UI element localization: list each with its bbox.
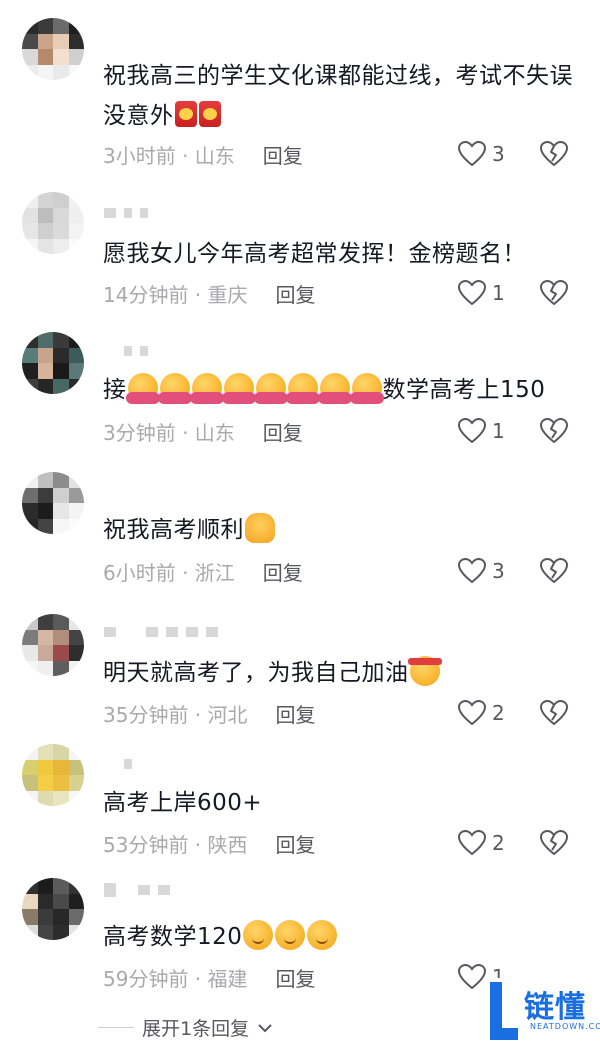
reply-button[interactable]: 回复 [276,829,316,858]
comment-time-location: 6小时前 · 浙江 [103,560,235,585]
comment-text: 高考上岸600+ [103,790,263,816]
heart-icon [458,141,486,167]
comment-meta: 3小时前 · 山东 回复 [103,139,303,169]
hug-emoji [157,373,192,404]
avatar[interactable] [22,18,84,80]
red-envelope-emoji [198,101,221,127]
reply-button[interactable]: 回复 [276,279,316,308]
broken-heart-icon [540,280,568,305]
heart-icon [458,418,486,444]
heart-icon [458,700,486,726]
avatar[interactable] [22,332,84,394]
like-button[interactable]: 2 [458,828,505,858]
username[interactable] [104,757,132,771]
avatar[interactable] [22,472,84,534]
comment-meta: 53分钟前 · 陕西 回复 [103,828,316,858]
comment-time-location: 35分钟前 · 河北 [103,702,248,727]
comment-time-location: 59分钟前 · 福建 [103,966,248,991]
watermark: 链懂 NEATDOWN.COM [488,978,600,1046]
dislike-button[interactable] [540,416,568,446]
comment-meta: 6小时前 · 浙江 回复 [103,556,303,586]
like-count: 1 [492,281,505,305]
dislike-button[interactable] [540,828,568,858]
like-count: 1 [492,419,505,443]
expand-replies-button[interactable]: 展开1条回复 [98,1014,273,1041]
reply-button[interactable]: 回复 [263,140,303,169]
like-button[interactable]: 1 [458,416,505,446]
broken-heart-icon [540,418,568,443]
comment-meta: 35分钟前 · 河北 回复 [103,698,316,728]
like-count: 2 [492,701,505,725]
fighting-emoji [407,656,442,686]
like-button[interactable]: 2 [458,698,505,728]
reply-button[interactable]: 回复 [276,963,316,992]
heart-icon [458,558,486,584]
like-count: 3 [492,559,505,583]
like-button[interactable]: 3 [458,139,505,169]
comment-time-location: 3分钟前 · 山东 [103,420,235,445]
heart-icon [458,830,486,856]
expand-replies-label: 展开1条回复 [142,1018,250,1040]
chevron-down-icon [258,1023,272,1032]
reply-button[interactable]: 回复 [276,699,316,728]
pray-emoji [245,513,275,543]
dislike-button[interactable] [540,556,568,586]
avatar[interactable] [22,878,84,940]
username[interactable] [104,206,148,220]
heart-icon [458,964,486,990]
like-button[interactable]: 1 [458,278,505,308]
comment-time-location: 14分钟前 · 重庆 [103,282,248,307]
comment-meta: 59分钟前 · 福建 回复 [103,962,316,992]
avatar[interactable] [22,614,84,676]
divider [98,1027,134,1028]
broken-heart-icon [540,700,568,725]
broken-heart-icon [540,558,568,583]
comment-text: 祝我高三的学生文化课都能过线，考试不失误没意外 [103,63,573,129]
like-button[interactable]: 3 [458,556,505,586]
avatar[interactable] [22,192,84,254]
username[interactable] [104,625,218,639]
username[interactable] [104,883,170,897]
relieved-emoji [307,920,338,950]
hug-emoji [349,373,384,404]
hug-emoji [253,373,288,404]
hug-emoji [189,373,224,404]
red-envelope-emoji [174,101,197,127]
avatar[interactable] [22,744,84,806]
like-count: 2 [492,831,505,855]
comment-text: 愿我女儿今年高考超常发挥！金榜题名！ [103,241,526,267]
comment-meta: 3分钟前 · 山东 回复 [103,416,303,446]
comment-meta: 14分钟前 · 重庆 回复 [103,278,316,308]
broken-heart-icon [540,141,568,166]
relieved-emoji [243,920,274,950]
dislike-button[interactable] [540,278,568,308]
watermark-text: 链懂 [524,990,586,1025]
comment-time-location: 3小时前 · 山东 [103,143,235,168]
comment-time-location: 53分钟前 · 陕西 [103,832,248,857]
dislike-button[interactable] [540,698,568,728]
watermark-logo-icon [490,982,518,1040]
dislike-button[interactable] [540,139,568,169]
comment-text: 明天就高考了，为我自己加油 [103,653,583,693]
hug-emoji [125,373,160,404]
hug-emoji [317,373,352,404]
username[interactable] [104,344,148,358]
comment-text: 接数学高考上150 [103,370,583,410]
relieved-emoji [275,920,306,950]
watermark-subtext: NEATDOWN.COM [530,1022,600,1031]
reply-button[interactable]: 回复 [263,557,303,586]
like-count: 3 [492,142,505,166]
comment-text: 高考数学120 [103,917,583,957]
hug-emoji [285,373,320,404]
comment-text: 祝我高考顺利 [103,510,583,550]
heart-icon [458,280,486,306]
broken-heart-icon [540,830,568,855]
hug-emoji [221,373,256,404]
reply-button[interactable]: 回复 [263,417,303,446]
